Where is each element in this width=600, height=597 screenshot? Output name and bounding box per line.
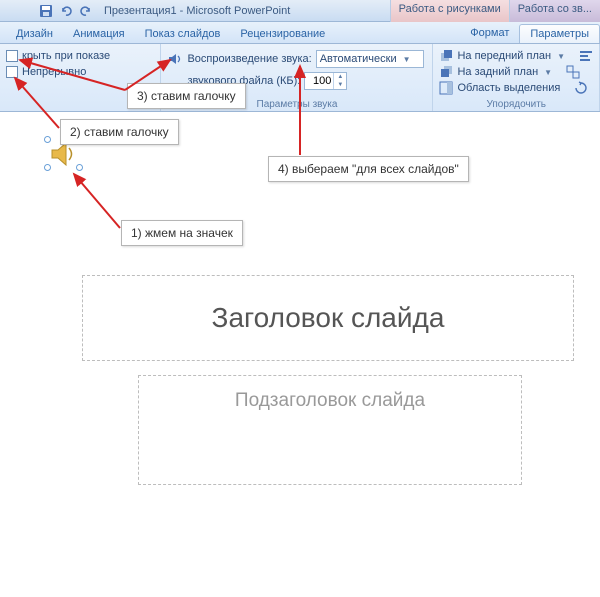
resize-handle[interactable]: [44, 164, 51, 171]
speaker-icon: [167, 52, 183, 66]
bring-front-icon: [439, 49, 453, 63]
play-sound-value: Автоматически: [320, 53, 397, 65]
send-back-row[interactable]: На задний план ▼: [439, 64, 593, 80]
loop-row[interactable]: Непрерывно: [6, 64, 154, 80]
save-icon[interactable]: [38, 3, 54, 19]
ribbon-tabs: Дизайн Анимация Показ слайдов Рецензиров…: [0, 22, 600, 44]
tab-animation[interactable]: Анимация: [63, 25, 135, 43]
callout-1: 1) жмем на значек: [121, 220, 243, 246]
tab-design[interactable]: Дизайн: [6, 25, 63, 43]
loop-label: Непрерывно: [22, 66, 86, 78]
play-sound-label: Воспроизведение звука:: [187, 53, 311, 65]
checkbox-icon[interactable]: [6, 50, 18, 62]
title-placeholder[interactable]: Заголовок слайда: [82, 275, 574, 361]
tab-slideshow[interactable]: Показ слайдов: [135, 25, 231, 43]
tab-review[interactable]: Рецензирование: [230, 25, 335, 43]
spin-up-icon[interactable]: ▲: [334, 73, 346, 81]
hide-on-show-row[interactable]: крыть при показе: [6, 48, 154, 64]
office-button[interactable]: [0, 0, 36, 22]
group-icon[interactable]: [566, 65, 580, 79]
bring-front-label: На передний план: [457, 50, 551, 62]
max-file-spinner[interactable]: ▲▼: [304, 72, 347, 90]
bring-front-row[interactable]: На передний план ▼: [439, 48, 593, 64]
checkbox-icon[interactable]: [6, 66, 18, 78]
send-back-icon: [439, 65, 453, 79]
resize-handle[interactable]: [44, 136, 51, 143]
slide: Заголовок слайда Подзаголовок слайда: [78, 275, 578, 575]
send-back-label: На задний план: [457, 66, 538, 78]
subtitle-placeholder[interactable]: Подзаголовок слайда: [138, 375, 522, 485]
chevron-down-icon[interactable]: ▼: [557, 52, 565, 61]
chevron-down-icon[interactable]: ▼: [544, 68, 552, 77]
play-sound-row: Воспроизведение звука: Автоматически ▼: [167, 48, 426, 70]
selection-pane-icon: [439, 81, 453, 95]
quick-access-toolbar: [38, 3, 94, 19]
selection-pane-label: Область выделения: [457, 82, 560, 94]
callout-4: 4) выбераем "для всех слайдов": [268, 156, 469, 182]
hide-on-show-label: крыть при показе: [22, 50, 110, 62]
ribbon: крыть при показе Непрерывно Воспроизведе…: [0, 44, 600, 112]
redo-icon[interactable]: [78, 3, 94, 19]
callout-2: 2) ставим галочку: [60, 119, 179, 145]
title-bar: Презентация1 - Microsoft PowerPoint Рабо…: [0, 0, 600, 22]
context-tab-sound[interactable]: Работа со зв...: [509, 0, 600, 22]
ribbon-group-arrange: На передний план ▼ На задний план ▼ Обла…: [433, 44, 600, 111]
selection-pane-row[interactable]: Область выделения: [439, 80, 593, 96]
undo-icon[interactable]: [58, 3, 74, 19]
window-title: Презентация1 - Microsoft PowerPoint: [104, 5, 290, 17]
title-placeholder-text: Заголовок слайда: [212, 302, 445, 334]
resize-handle[interactable]: [76, 164, 83, 171]
callout-3: 3) ставим галочку: [127, 83, 246, 109]
subtitle-placeholder-text: Подзаголовок слайда: [235, 390, 425, 412]
context-tabs: Работа с рисунками Работа со зв...: [390, 0, 600, 22]
play-sound-combo[interactable]: Автоматически ▼: [316, 50, 424, 68]
chevron-down-icon: ▼: [403, 55, 411, 64]
max-file-input[interactable]: [305, 75, 333, 87]
align-icon[interactable]: [579, 49, 593, 63]
context-tab-pictures[interactable]: Работа с рисунками: [390, 0, 509, 22]
tab-parameters[interactable]: Параметры: [519, 24, 600, 43]
tab-format[interactable]: Формат: [460, 24, 519, 43]
spin-down-icon[interactable]: ▼: [334, 81, 346, 89]
arrange-label: Упорядочить: [433, 99, 599, 110]
rotate-icon[interactable]: [574, 81, 588, 95]
